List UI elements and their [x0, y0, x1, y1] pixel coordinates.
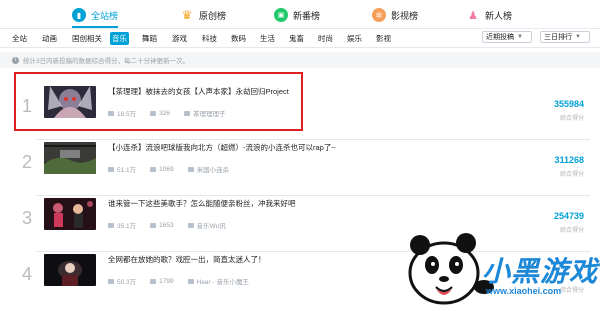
- category-bar: 全站 动画 国创相关 音乐 舞蹈 游戏 科技 数码 生活 鬼畜 时尚 娱乐 影视…: [0, 30, 600, 46]
- danmaku-count: 1799: [159, 277, 174, 285]
- video-thumbnail[interactable]: [44, 198, 96, 230]
- uploader-icon: [187, 278, 194, 284]
- rank-number: 2: [21, 152, 32, 172]
- new-user-icon: ♟: [468, 9, 478, 22]
- danmaku-icon: [150, 278, 157, 284]
- play-count: 35.1万: [117, 223, 137, 230]
- info-icon: i: [12, 56, 19, 64]
- video-meta: 51.1万 1069 米国小连杀: [108, 164, 229, 174]
- crown-icon: ♛: [181, 8, 193, 22]
- list-item[interactable]: 2 【小连杀】流浪吧球版我向北方（超燃）-流浪的小连杀也可以rap了~ 51.1…: [0, 136, 600, 196]
- video-meta: 50.3万 1799 Hear - 音乐小魔王: [108, 276, 249, 286]
- tv-icon: ▣: [274, 8, 288, 22]
- category-kichiku[interactable]: 鬼畜: [287, 32, 306, 45]
- video-title[interactable]: 全网都在放她的歌？戏腔一出，简直太迷人了！: [108, 254, 266, 265]
- play-icon: [108, 222, 114, 228]
- video-title[interactable]: 【小连杀】流浪吧球版我向北方（超燃）-流浪的小连杀也可以rap了~: [108, 142, 336, 153]
- chevron-down-icon: ▼: [575, 34, 581, 40]
- tab-newcomer[interactable]: ♟ 新人榜: [466, 5, 512, 25]
- type-dropdown-value: 近期投稿: [486, 34, 514, 41]
- category-dance[interactable]: 舞蹈: [140, 32, 159, 45]
- category-game[interactable]: 游戏: [170, 32, 189, 45]
- rank-number: 4: [21, 264, 32, 284]
- play-icon: [108, 278, 114, 284]
- play-count: 51.1万: [117, 167, 137, 174]
- category-anime[interactable]: 动画: [40, 32, 59, 45]
- uploader-name[interactable]: Hear - 音乐小魔王: [197, 276, 249, 286]
- film-reel-icon: ✲: [372, 8, 386, 22]
- danmaku-count: 1653: [159, 221, 174, 229]
- video-meta: 35.1万 1653 音乐Wu讯: [108, 220, 226, 230]
- danmaku-icon: [150, 222, 157, 228]
- tab-new-anime[interactable]: ▣ 新番榜: [274, 5, 320, 25]
- video-thumbnail[interactable]: [44, 254, 96, 286]
- divider: [0, 28, 600, 29]
- play-count: 50.3万: [117, 279, 137, 286]
- category-film[interactable]: 影视: [374, 32, 393, 45]
- category-tech[interactable]: 科技: [200, 32, 219, 45]
- score-label: 综合得分: [559, 172, 584, 178]
- tab-original[interactable]: ♛ 原创榜: [180, 5, 226, 25]
- category-music[interactable]: 音乐: [110, 32, 129, 45]
- rank-number: 3: [21, 208, 32, 228]
- play-icon: [108, 166, 114, 172]
- highlight-box: [14, 72, 303, 131]
- uploader-name[interactable]: 米国小连杀: [197, 164, 230, 174]
- category-life[interactable]: 生活: [258, 32, 277, 45]
- category-digital[interactable]: 数码: [229, 32, 248, 45]
- uploader-name[interactable]: 音乐Wu讯: [197, 220, 226, 230]
- video-title[interactable]: 谁来管一下这些美歌手？怎么能随便亲粉丝，冲我来好吧: [108, 198, 296, 209]
- tab-label: 全站榜: [91, 10, 119, 21]
- tab-film[interactable]: ✲ 影视榜: [372, 5, 418, 25]
- range-dropdown-value: 三日排行: [544, 34, 572, 41]
- tab-all-site[interactable]: ▮ 全站榜: [72, 5, 118, 25]
- ranking-tabs: ▮ 全站榜 ♛ 原创榜 ▣ 新番榜 ✲ 影视榜 ♟ 新人榜: [0, 0, 600, 30]
- tab-label: 影视榜: [391, 10, 419, 21]
- bar-chart-icon: ▮: [72, 8, 86, 22]
- range-dropdown[interactable]: 三日排行 ▼: [540, 31, 590, 43]
- chevron-down-icon: ▼: [517, 34, 523, 40]
- tab-label: 新番榜: [293, 10, 321, 21]
- uploader-icon: [187, 222, 194, 228]
- divider: [0, 47, 600, 48]
- danmaku-icon: [150, 166, 157, 172]
- score-value: 311268: [554, 155, 584, 165]
- watermark-text: 小黑游戏: [482, 256, 599, 287]
- score-value: 355984: [553, 99, 584, 109]
- video-thumbnail[interactable]: [44, 142, 96, 174]
- notice-text: 统计3日内新投稿的数据综合得分，每二十分钟更新一次。: [23, 58, 190, 65]
- notice-bar: i 统计3日内新投稿的数据综合得分，每二十分钟更新一次。: [0, 52, 600, 68]
- danmaku-count: 1069: [159, 165, 174, 173]
- tab-label: 新人榜: [485, 10, 513, 21]
- type-dropdown[interactable]: 近期投稿 ▼: [482, 31, 532, 43]
- category-guochuang[interactable]: 国创相关: [70, 32, 104, 45]
- category-all[interactable]: 全站: [10, 32, 29, 45]
- category-entertainment[interactable]: 娱乐: [345, 32, 364, 45]
- score-label: 综合得分: [559, 116, 584, 122]
- uploader-icon: [187, 166, 194, 172]
- watermark-url: www.xiaohei.com: [486, 286, 562, 296]
- category-fashion[interactable]: 时尚: [316, 32, 335, 45]
- tab-label: 原创榜: [199, 10, 227, 21]
